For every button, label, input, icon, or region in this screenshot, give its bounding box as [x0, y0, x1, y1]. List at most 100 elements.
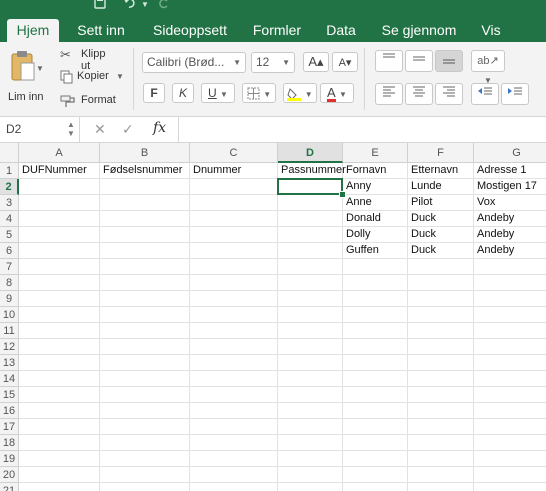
cell-f16[interactable] [408, 403, 474, 419]
row-header-11[interactable]: 11 [0, 323, 19, 339]
column-header-c[interactable]: C [190, 143, 278, 163]
column-header-d[interactable]: D [278, 143, 343, 163]
cell-d7[interactable] [278, 259, 343, 275]
orientation-button[interactable]: ab↗ ▼ [471, 50, 505, 85]
cell-d6[interactable] [278, 243, 343, 259]
align-bottom-button[interactable] [435, 50, 463, 72]
tab-sett-inn[interactable]: Sett inn [68, 19, 134, 42]
cell-b7[interactable] [100, 259, 190, 275]
fill-handle[interactable] [339, 191, 346, 198]
cell-g12[interactable] [474, 339, 546, 355]
cell-b15[interactable] [100, 387, 190, 403]
tab-vis[interactable]: Vis [474, 19, 508, 42]
cell-f3[interactable]: Pilot [408, 195, 474, 211]
cell-f21[interactable] [408, 483, 474, 491]
tab-hjem[interactable]: Hjem [7, 19, 59, 42]
copy-button[interactable]: Kopier ▼ [60, 70, 130, 86]
cell-g6[interactable]: Andeby [474, 243, 546, 259]
cell-d18[interactable] [278, 435, 343, 451]
cell-c8[interactable] [190, 275, 278, 291]
column-header-b[interactable]: B [100, 143, 190, 163]
row-header-10[interactable]: 10 [0, 307, 19, 323]
row-header-16[interactable]: 16 [0, 403, 19, 419]
cell-g9[interactable] [474, 291, 546, 307]
cell-f10[interactable] [408, 307, 474, 323]
row-header-13[interactable]: 13 [0, 355, 19, 371]
cell-d8[interactable] [278, 275, 343, 291]
cell-e3[interactable]: Anne [343, 195, 408, 211]
cell-a5[interactable] [19, 227, 100, 243]
font-size-select[interactable]: 12 ▼ [251, 52, 295, 73]
cell-f19[interactable] [408, 451, 474, 467]
cell-b9[interactable] [100, 291, 190, 307]
font-name-select[interactable]: Calibri (Brød... ▼ [142, 52, 246, 73]
cell-g10[interactable] [474, 307, 546, 323]
align-left-button[interactable] [375, 83, 403, 105]
row-header-6[interactable]: 6 [0, 243, 19, 259]
row-header-12[interactable]: 12 [0, 339, 19, 355]
row-header-18[interactable]: 18 [0, 435, 19, 451]
underline-button[interactable]: U ▼ [201, 83, 235, 103]
cell-e21[interactable] [343, 483, 408, 491]
cell-a9[interactable] [19, 291, 100, 307]
cell-e15[interactable] [343, 387, 408, 403]
cell-d11[interactable] [278, 323, 343, 339]
cell-d17[interactable] [278, 419, 343, 435]
cell-e11[interactable] [343, 323, 408, 339]
cell-f5[interactable]: Duck [408, 227, 474, 243]
cell-f11[interactable] [408, 323, 474, 339]
cell-a1[interactable]: DUFNummer [19, 163, 100, 179]
cell-d10[interactable] [278, 307, 343, 323]
cell-f2[interactable]: Lunde [408, 179, 474, 195]
cell-e19[interactable] [343, 451, 408, 467]
decrease-indent-button[interactable] [471, 83, 499, 105]
cell-e9[interactable] [343, 291, 408, 307]
cell-c4[interactable] [190, 211, 278, 227]
cell-a6[interactable] [19, 243, 100, 259]
cell-g15[interactable] [474, 387, 546, 403]
cell-g5[interactable]: Andeby [474, 227, 546, 243]
redo-icon[interactable] [158, 0, 170, 13]
paste-button[interactable]: ▼ Lim inn [6, 48, 46, 108]
row-header-4[interactable]: 4 [0, 211, 19, 227]
cell-g7[interactable] [474, 259, 546, 275]
cell-d19[interactable] [278, 451, 343, 467]
cell-e20[interactable] [343, 467, 408, 483]
cell-g20[interactable] [474, 467, 546, 483]
cell-e4[interactable]: Donald [343, 211, 408, 227]
cell-c13[interactable] [190, 355, 278, 371]
fill-color-button[interactable]: ▼ [283, 83, 317, 103]
cell-b13[interactable] [100, 355, 190, 371]
cell-a4[interactable] [19, 211, 100, 227]
cell-d12[interactable] [278, 339, 343, 355]
row-header-1[interactable]: 1 [0, 163, 19, 179]
undo-icon[interactable] [123, 0, 137, 13]
cell-b20[interactable] [100, 467, 190, 483]
cell-a19[interactable] [19, 451, 100, 467]
row-header-5[interactable]: 5 [0, 227, 19, 243]
cell-b2[interactable] [100, 179, 190, 195]
cell-c9[interactable] [190, 291, 278, 307]
cell-g16[interactable] [474, 403, 546, 419]
cell-c12[interactable] [190, 339, 278, 355]
cell-f12[interactable] [408, 339, 474, 355]
increase-font-size-button[interactable]: A▴ [303, 52, 329, 72]
decrease-font-size-button[interactable]: A▾ [332, 52, 358, 72]
tab-formler[interactable]: Formler [246, 19, 308, 42]
cell-f4[interactable]: Duck [408, 211, 474, 227]
cell-f9[interactable] [408, 291, 474, 307]
cell-d5[interactable] [278, 227, 343, 243]
cell-g21[interactable] [474, 483, 546, 491]
cell-d21[interactable] [278, 483, 343, 491]
row-header-3[interactable]: 3 [0, 195, 19, 211]
cell-b5[interactable] [100, 227, 190, 243]
tab-sideoppsett[interactable]: Sideoppsett [144, 19, 236, 42]
insert-function-icon[interactable]: fx [153, 120, 166, 136]
cell-a14[interactable] [19, 371, 100, 387]
cell-c18[interactable] [190, 435, 278, 451]
cell-g19[interactable] [474, 451, 546, 467]
cell-e14[interactable] [343, 371, 408, 387]
cell-b3[interactable] [100, 195, 190, 211]
row-header-21[interactable]: 21 [0, 483, 19, 491]
cell-a10[interactable] [19, 307, 100, 323]
